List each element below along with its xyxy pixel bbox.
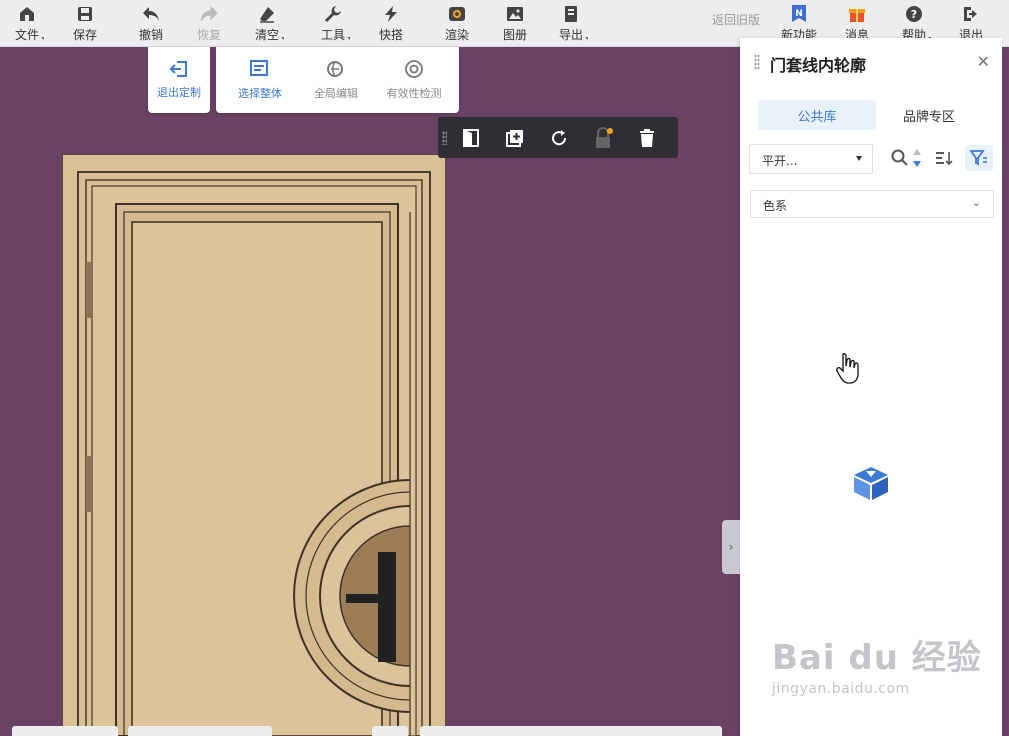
rotate-icon [552,130,567,146]
trash-icon [640,129,654,147]
lock-button[interactable] [592,127,614,149]
render-button[interactable]: 渲染 [432,0,482,46]
hand-cursor-icon [836,353,859,384]
undo-button[interactable]: 撤销 [126,0,176,46]
panel-collapse-tab[interactable]: › [722,520,740,574]
home-icon [17,4,37,24]
lightning-icon [381,4,401,24]
album-label: 图册 [502,27,527,42]
camera-icon [447,4,467,24]
chevron-down-icon: ⌄ [971,196,981,209]
tab-public-library[interactable]: 公共库 [758,100,876,130]
rotate-button[interactable] [548,127,570,149]
select-whole-label: 选择整体 [238,87,282,100]
close-icon[interactable]: ✕ [977,52,990,71]
export-button[interactable]: 导出 [546,0,596,46]
baidu-jingyan-watermark: Bai du 经验 jingyan.baidu.com [772,630,982,697]
chevron-right-icon: › [728,540,734,554]
validity-check-label: 有效性检测 [386,87,442,100]
sort-order-icon[interactable] [910,146,924,170]
quick-build-label: 快搭 [378,27,403,42]
quick-build-button[interactable]: 快搭 [366,0,416,46]
redo-icon [199,4,219,24]
gift-icon [847,4,867,24]
object-floating-toolbar [438,117,678,158]
category-select-value: 平开... [762,154,798,168]
exit-icon [169,61,187,77]
door-icon [463,129,479,147]
bottom-bar-left [12,726,118,736]
tab-brand-zone[interactable]: 品牌专区 [870,100,988,130]
redo-label: 恢复 [196,27,221,42]
export-icon [561,4,581,24]
global-edit-label: 全局编辑 [314,87,358,100]
bottom-bar-middle [128,726,272,736]
new-badge-icon: N [789,4,809,24]
exit-custom-button[interactable]: 退出定制 [148,47,210,113]
at-sign-icon [405,60,423,78]
validity-check-button[interactable]: 有效性检测 [374,47,454,113]
undo-icon [141,4,161,24]
svg-text:?: ? [911,8,917,21]
select-whole-button[interactable]: 选择整体 [224,47,296,113]
exit-custom-label: 退出定制 [157,86,201,99]
render-label: 渲染 [444,27,469,42]
save-label: 保存 [72,27,97,42]
clear-label: 清空 [254,27,279,42]
svg-text:N: N [795,9,803,19]
color-series-select[interactable]: 色系 ⌄ [750,190,994,218]
tools-button[interactable]: 工具 [308,0,358,46]
eraser-icon [257,4,277,24]
watermark-url: jingyan.baidu.com [772,681,910,697]
door-model[interactable] [62,154,446,736]
file-button[interactable]: 文件 [2,0,52,46]
logout-icon [961,4,981,24]
save-icon [75,4,95,24]
bottom-bar-right [420,726,722,736]
color-series-label: 色系 [763,199,788,213]
global-edit-button[interactable]: 全局编辑 [300,47,372,113]
exit-custom-card: 退出定制 [148,47,210,113]
toolbar-drag-handle[interactable] [442,131,447,145]
category-select[interactable]: 平开... [749,144,873,174]
edit-mode-card: 选择整体 全局编辑 有效性检测 [216,47,459,113]
tools-label: 工具 [320,27,345,42]
redo-button[interactable]: 恢复 [184,0,234,46]
album-button[interactable]: 图册 [490,0,540,46]
select-list-icon [250,60,268,76]
add-copy-icon [506,130,523,147]
filter-icon[interactable] [965,145,993,171]
add-copy-button[interactable] [504,127,526,149]
panel-title: 门套线内轮廓 [770,56,867,75]
legacy-version-link[interactable]: 返回旧版 [712,11,760,28]
save-button[interactable]: 保存 [60,0,110,46]
export-label: 导出 [558,27,583,42]
clear-button[interactable]: 清空 [242,0,292,46]
wrench-icon [323,4,343,24]
image-icon [505,4,525,24]
watermark-main: Bai du 经验 [772,638,982,678]
list-sort-icon[interactable] [932,146,956,170]
loading-cube-icon [854,467,888,500]
panel-drag-handle[interactable] [754,54,760,70]
caret-down-icon [856,156,862,161]
lock-icon [596,127,613,148]
file-label: 文件 [14,27,39,42]
delete-button[interactable] [636,127,658,149]
door-swap-button[interactable] [460,127,482,149]
help-icon: ? [904,4,924,24]
bottom-bar-button[interactable] [372,726,408,736]
search-icon[interactable] [888,146,912,170]
undo-label: 撤销 [138,27,163,42]
global-edit-icon [327,61,343,77]
